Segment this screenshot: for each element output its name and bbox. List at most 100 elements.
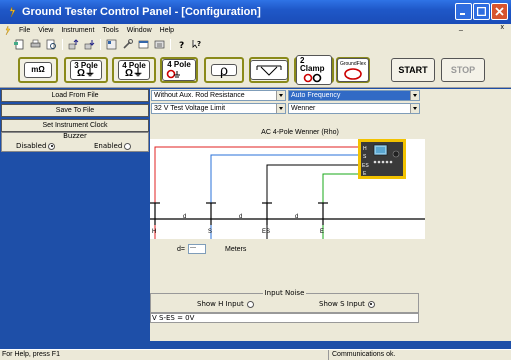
start-button[interactable]: START [391,58,435,82]
menu-file[interactable]: File [15,27,34,34]
buzzer-enabled-radio[interactable] [124,142,132,150]
minimize-icon [460,13,465,15]
rho-label: ρ [220,62,228,78]
toolbar: ? ? [0,36,511,52]
buzzer-enabled-option[interactable]: Enabled [94,142,132,150]
device-port-es: ES [362,163,369,169]
toolbar-separator [100,38,101,50]
context-help-icon[interactable]: ? [192,39,203,50]
groundflex-mode-button[interactable]: GroundFlex [336,57,370,83]
menu-help[interactable]: Help [156,27,178,34]
two-clamp-mode-button[interactable]: 2 Clamp [294,55,334,85]
title-bar: Ground Tester Control Panel - [Configura… [0,0,511,24]
s-lead-wire [210,154,361,239]
minimize-button[interactable] [455,3,472,20]
input-noise-title: Input Noise [262,289,307,297]
voltage-limit-dropdown[interactable]: 32 V Test Voltage Limit [151,103,286,114]
app-icon [9,6,16,18]
maximize-icon [477,7,486,16]
ground-tester-device-icon: H S ES E [358,139,406,179]
stake-label-e: E [320,229,324,235]
upload-icon[interactable] [68,38,79,50]
buzzer-title: Buzzer [63,132,87,140]
flex-loop-icon [344,68,362,80]
stake-label-es: ES [262,229,270,235]
four-pole-mode-button[interactable]: 4 Pole Ω⏚ [112,57,156,83]
download-icon[interactable] [84,39,95,50]
spacing-label: d [295,214,298,220]
voltage-icon [256,65,282,76]
three-pole-mode-button[interactable]: 3 Pole Ω⏚ [64,57,108,83]
h-lead-wire [154,146,361,239]
buzzer-disabled-option[interactable]: Disabled [16,142,56,150]
chevron-down-icon [276,91,285,100]
print-icon[interactable] [30,39,41,50]
four-pole-selective-mode-button[interactable]: 4 Pole [160,57,198,83]
menu-instrument[interactable]: Instrument [57,27,98,34]
toolbar-separator [62,38,63,50]
print-preview-icon[interactable] [46,39,57,50]
configuration-panel: Without Aux. Rod Resistance Auto Frequen… [150,89,511,341]
rod-resistance-dropdown[interactable]: Without Aux. Rod Resistance [151,90,286,101]
method-value: Wenner [291,105,316,112]
voltage-readout: V S-ES = 0V [150,313,419,323]
voltage-mode-button[interactable] [249,57,289,83]
groundflex-label: GroundFlex [339,61,367,67]
frequency-dropdown[interactable]: Auto Frequency [288,90,420,101]
milliohm-mode-button[interactable]: mΩ [18,57,58,83]
distance-units: Meters [224,245,247,253]
menu-window[interactable]: Window [123,27,156,34]
menu-tools[interactable]: Tools [98,27,122,34]
distance-row: d= --- Meters [177,244,246,254]
buzzer-group: Buzzer Disabled Enabled [1,132,149,152]
stake-es [262,202,272,225]
stake-s [206,202,216,225]
stop-button[interactable]: STOP [441,58,485,82]
milliohm-label: mΩ [31,65,45,74]
spacing-label: d [239,214,242,220]
settings-icon[interactable] [154,39,165,50]
save-to-file-button[interactable]: Save To File [1,104,149,117]
menu-view[interactable]: View [34,27,57,34]
show-h-input-radio[interactable] [246,300,254,308]
window-title: Ground Tester Control Panel - [Configura… [22,6,261,18]
new-icon[interactable] [14,39,25,50]
device-port-h: H [363,146,367,152]
left-panel: Load From File Save To File Set Instrume… [0,89,150,341]
communications-status: Communications ok. [328,350,488,360]
show-s-input-radio[interactable] [367,300,375,308]
tools-icon[interactable] [122,38,133,50]
maximize-button[interactable] [473,3,490,20]
rho-mode-button[interactable]: ρ [204,57,244,83]
help-icon[interactable]: ? [176,39,187,50]
rod-resistance-value: Without Aux. Rod Resistance [154,92,245,99]
chevron-down-icon [410,91,419,100]
distance-input[interactable]: --- [187,244,206,254]
close-button[interactable] [491,3,508,20]
svg-text:?: ? [179,41,184,50]
method-dropdown[interactable]: Wenner [288,103,420,114]
ground-resistance-icon: Ω⏚ [76,68,95,79]
mdi-window-controls[interactable]: _ x [459,24,507,31]
instrument-icon[interactable] [106,39,117,50]
four-pole-selective-label: 4 Pole [167,60,191,69]
buzzer-disabled-radio[interactable] [48,142,56,150]
diagram-title: AC 4-Pole Wenner (Rho) [261,129,339,136]
stake-e [318,202,328,225]
two-clamp-label: 2 Clamp [300,56,325,73]
help-status: For Help, press F1 [2,351,60,358]
show-h-input-option[interactable]: Show H Input [197,300,254,308]
show-s-input-option[interactable]: Show S Input [319,300,375,308]
input-noise-group: Input Noise Show H Input Show S Input [150,289,419,313]
show-h-input-label: Show H Input [197,300,244,308]
e-lead-wire [322,173,361,239]
show-s-input-label: Show S Input [319,300,365,308]
stake-label-s: S [208,229,212,235]
window-icon[interactable] [138,39,149,50]
load-from-file-button[interactable]: Load From File [1,89,149,102]
ground-resistance-icon: Ω⏚ [124,68,143,79]
wenner-wiring-diagram: d d d H S ES E H S ES E [150,139,425,239]
selective-clamp-icon [166,69,180,79]
set-instrument-clock-button[interactable]: Set Instrument Clock [1,119,149,132]
two-clamp-icon [303,73,322,83]
